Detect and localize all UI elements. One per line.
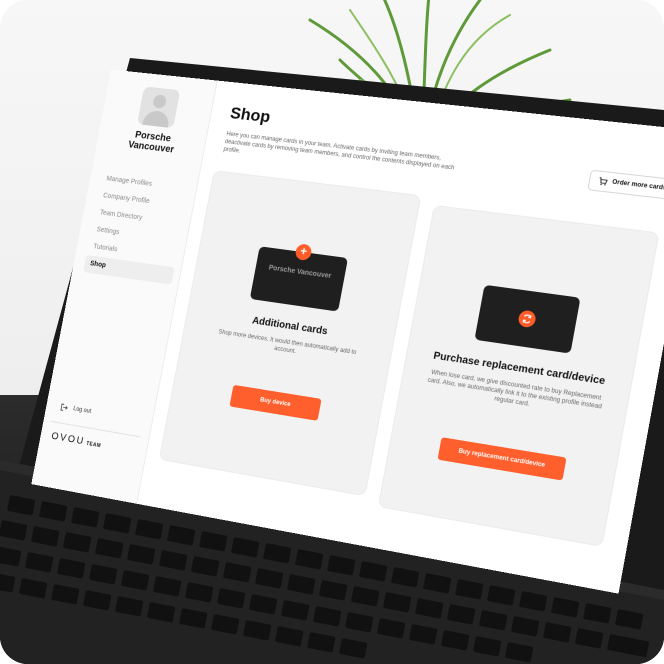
page-title: Shop (228, 103, 272, 127)
order-more-cards-button[interactable]: Order more cards (586, 169, 664, 201)
card-preview-text: Porsche Vancouver (268, 264, 332, 281)
main-content: Shop Here you can manage cards in your t… (137, 81, 664, 594)
plus-icon: + (294, 243, 313, 262)
buy-device-button[interactable]: Buy device (229, 384, 322, 421)
logout-button[interactable]: Log out (60, 403, 92, 416)
brand-name: OVOU (50, 430, 86, 448)
page-description: Here you can manage cards in your team. … (222, 131, 455, 172)
avatar-shoulders-shape (141, 109, 171, 129)
org-name: Porsche Vancouver (127, 129, 175, 156)
app-window: Porsche Vancouver Manage Profiles Compan… (31, 69, 664, 594)
replacement-card-preview (474, 284, 581, 354)
brand-logo[interactable]: OVOUTEAM (50, 431, 102, 450)
logout-icon (60, 403, 69, 412)
brand-suffix: TEAM (85, 440, 102, 450)
cart-icon (598, 177, 608, 186)
refresh-icon (517, 309, 537, 329)
buy-replacement-button[interactable]: Buy replacement card/device (437, 437, 567, 481)
order-more-cards-label: Order more cards (611, 179, 664, 192)
avatar[interactable] (137, 86, 181, 129)
additional-cards-panel: + Porsche Vancouver Additional cards Sho… (158, 170, 422, 497)
avatar-head-shape (152, 94, 168, 109)
photo-frame: Porsche Vancouver Manage Profiles Compan… (0, 0, 664, 664)
sidebar-nav: Manage Profiles Company Profile Team Dir… (83, 170, 191, 285)
card-preview: + Porsche Vancouver (249, 243, 349, 312)
replacement-card-panel: Purchase replacement card/device When lo… (377, 204, 660, 547)
logout-label: Log out (72, 406, 92, 415)
laptop-screen: Porsche Vancouver Manage Profiles Compan… (31, 69, 664, 594)
